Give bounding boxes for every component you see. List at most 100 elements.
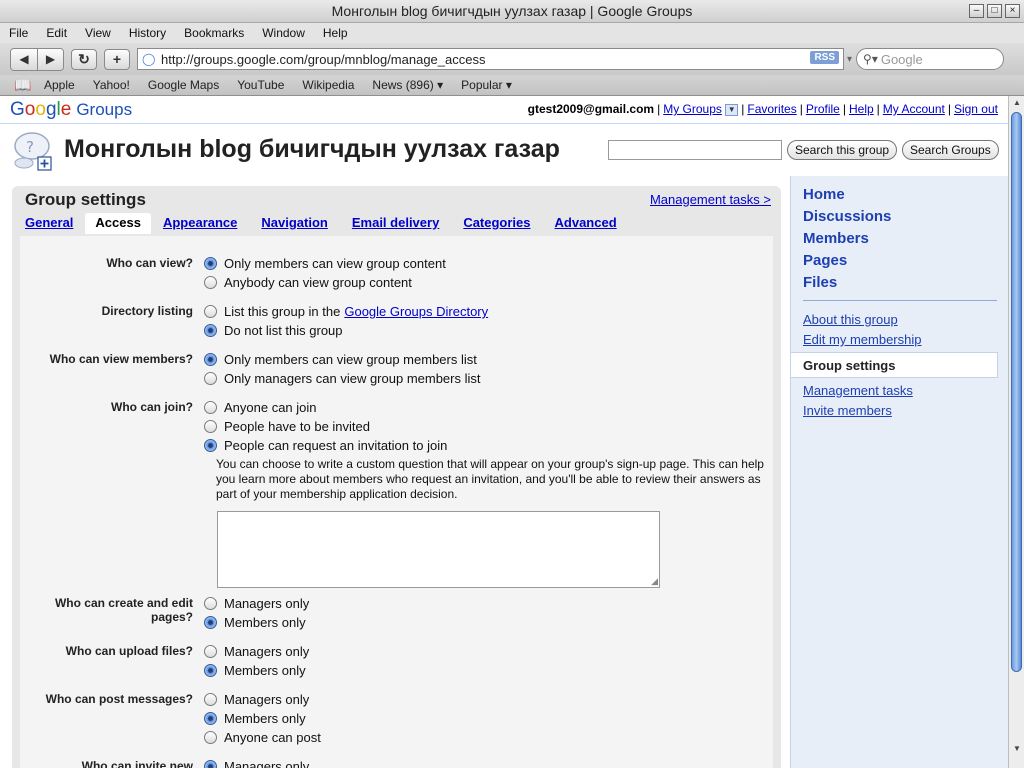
group-settings-current[interactable]: Group settings xyxy=(791,352,998,378)
maximize-button[interactable]: □ xyxy=(987,4,1002,18)
radio-button[interactable] xyxy=(204,439,217,452)
radio-option[interactable]: Managers only xyxy=(204,690,321,709)
rss-button[interactable]: RSS xyxy=(810,51,839,64)
radio-button[interactable] xyxy=(204,712,217,725)
scroll-thumb[interactable] xyxy=(1011,112,1022,672)
bookmark-wikipedia[interactable]: Wikipedia xyxy=(302,78,354,92)
add-bookmark-button[interactable]: + xyxy=(104,48,130,70)
nav-home-link[interactable]: Home xyxy=(803,186,845,203)
radio-button[interactable] xyxy=(204,305,217,318)
radio-option[interactable]: List this group in the Google Groups Dire… xyxy=(204,302,488,321)
tab-email-delivery[interactable]: Email delivery xyxy=(340,213,451,234)
my-account-link[interactable]: My Account xyxy=(883,102,945,116)
sign-out-link[interactable]: Sign out xyxy=(954,102,998,116)
book-icon[interactable]: 📖 xyxy=(14,77,34,94)
tab-general[interactable]: General xyxy=(25,213,85,234)
radio-button[interactable] xyxy=(204,353,217,366)
address-bar[interactable]: ◯ http://groups.google.com/group/mnblog/… xyxy=(137,48,844,70)
scroll-down-icon[interactable]: ▼ xyxy=(1010,744,1024,756)
bookmark-google-maps[interactable]: Google Maps xyxy=(148,78,219,92)
url-dropdown-icon[interactable]: ▾ xyxy=(847,54,852,65)
minimize-button[interactable]: – xyxy=(969,4,984,18)
tab-navigation[interactable]: Navigation xyxy=(249,213,339,234)
radio-option[interactable]: Only managers can view group members lis… xyxy=(204,369,481,388)
tab-access[interactable]: Access xyxy=(85,213,151,234)
radio-option[interactable]: Anybody can view group content xyxy=(204,273,446,292)
radio-button[interactable] xyxy=(204,731,217,744)
radio-option[interactable]: Only members can view group content xyxy=(204,254,446,273)
radio-option[interactable]: Only members can view group members list xyxy=(204,350,481,369)
radio-button[interactable] xyxy=(204,276,217,289)
back-button[interactable]: ◀ xyxy=(11,48,37,70)
search-groups-button[interactable]: Search Groups xyxy=(902,140,999,160)
scroll-up-icon[interactable]: ▲ xyxy=(1010,98,1024,110)
management-tasks-sidebar-link[interactable]: Management tasks xyxy=(803,383,913,398)
search-this-group-button[interactable]: Search this group xyxy=(787,140,898,160)
management-tasks-link[interactable]: Management tasks > xyxy=(650,192,771,207)
group-search-input[interactable] xyxy=(608,140,782,160)
tab-appearance[interactable]: Appearance xyxy=(151,213,249,234)
profile-link[interactable]: Profile xyxy=(806,102,840,116)
menu-window[interactable]: Window xyxy=(253,26,314,40)
radio-button[interactable] xyxy=(204,257,217,270)
svg-text:?: ? xyxy=(26,138,34,156)
web-page: Google Groups gtest2009@gmail.com | My Grou… xyxy=(0,96,1008,768)
bookmark-youtube[interactable]: YouTube xyxy=(237,78,284,92)
menu-edit[interactable]: Edit xyxy=(37,26,76,40)
radio-option[interactable]: Do not list this group xyxy=(204,321,488,340)
menu-file[interactable]: File xyxy=(0,26,37,40)
favorites-link[interactable]: Favorites xyxy=(747,102,796,116)
about-group-link[interactable]: About this group xyxy=(803,312,898,327)
invite-members-link[interactable]: Invite members xyxy=(803,403,892,418)
radio-option[interactable]: Managers only xyxy=(204,642,309,661)
radio-option[interactable]: Managers only xyxy=(204,757,309,768)
my-groups-dropdown-icon[interactable]: ▼ xyxy=(725,103,739,116)
google-groups-logo[interactable]: Google Groups xyxy=(10,99,132,121)
radio-option[interactable]: Members only xyxy=(204,613,309,632)
edit-membership-link[interactable]: Edit my membership xyxy=(803,332,921,347)
radio-button[interactable] xyxy=(204,664,217,677)
browser-toolbar: ◀ ▶ ↻ + ◯ http://groups.google.com/group… xyxy=(0,43,1024,75)
radio-button[interactable] xyxy=(204,693,217,706)
bookmark-yahoo[interactable]: Yahoo! xyxy=(93,78,130,92)
radio-button[interactable] xyxy=(204,645,217,658)
radio-button[interactable] xyxy=(204,324,217,337)
nav-discussions-link[interactable]: Discussions xyxy=(803,208,891,225)
page-scrollbar[interactable]: ▲ ▼ xyxy=(1008,96,1024,768)
radio-button[interactable] xyxy=(204,420,217,433)
menu-bookmarks[interactable]: Bookmarks xyxy=(175,26,253,40)
radio-option[interactable]: Members only xyxy=(204,709,321,728)
radio-button[interactable] xyxy=(204,760,217,768)
menu-history[interactable]: History xyxy=(120,26,175,40)
radio-option[interactable]: Anyone can join xyxy=(204,398,768,417)
reload-button[interactable]: ↻ xyxy=(71,48,97,70)
menu-view[interactable]: View xyxy=(76,26,120,40)
forward-button[interactable]: ▶ xyxy=(37,48,63,70)
setting-label: Who can view? xyxy=(106,256,193,270)
nav-files-link[interactable]: Files xyxy=(803,274,837,291)
radio-option[interactable]: Members only xyxy=(204,661,309,680)
menu-help[interactable]: Help xyxy=(314,26,357,40)
browser-search-input[interactable]: ⚲▾ Google xyxy=(856,48,1005,70)
bookmark-news[interactable]: News (896) ▾ xyxy=(372,78,443,92)
tab-advanced[interactable]: Advanced xyxy=(543,213,629,234)
close-button[interactable]: × xyxy=(1005,4,1020,18)
tab-categories[interactable]: Categories xyxy=(451,213,542,234)
my-groups-link[interactable]: My Groups xyxy=(663,102,722,116)
help-link[interactable]: Help xyxy=(849,102,874,116)
radio-button[interactable] xyxy=(204,616,217,629)
bookmark-popular[interactable]: Popular ▾ xyxy=(461,78,512,92)
nav-members-link[interactable]: Members xyxy=(803,230,869,247)
bookmark-apple[interactable]: Apple xyxy=(44,78,75,92)
radio-option[interactable]: Anyone can post xyxy=(204,728,321,747)
radio-button[interactable] xyxy=(204,401,217,414)
resize-grip-icon[interactable]: ◢ xyxy=(651,576,658,587)
radio-option[interactable]: People have to be invited xyxy=(204,417,768,436)
radio-button[interactable] xyxy=(204,597,217,610)
google-groups-directory-link[interactable]: Google Groups Directory xyxy=(344,304,488,319)
radio-option[interactable]: Managers only xyxy=(204,594,309,613)
nav-pages-link[interactable]: Pages xyxy=(803,252,847,269)
custom-question-textarea[interactable]: ◢ xyxy=(217,511,660,588)
radio-option[interactable]: People can request an invitation to join xyxy=(204,436,768,455)
radio-button[interactable] xyxy=(204,372,217,385)
